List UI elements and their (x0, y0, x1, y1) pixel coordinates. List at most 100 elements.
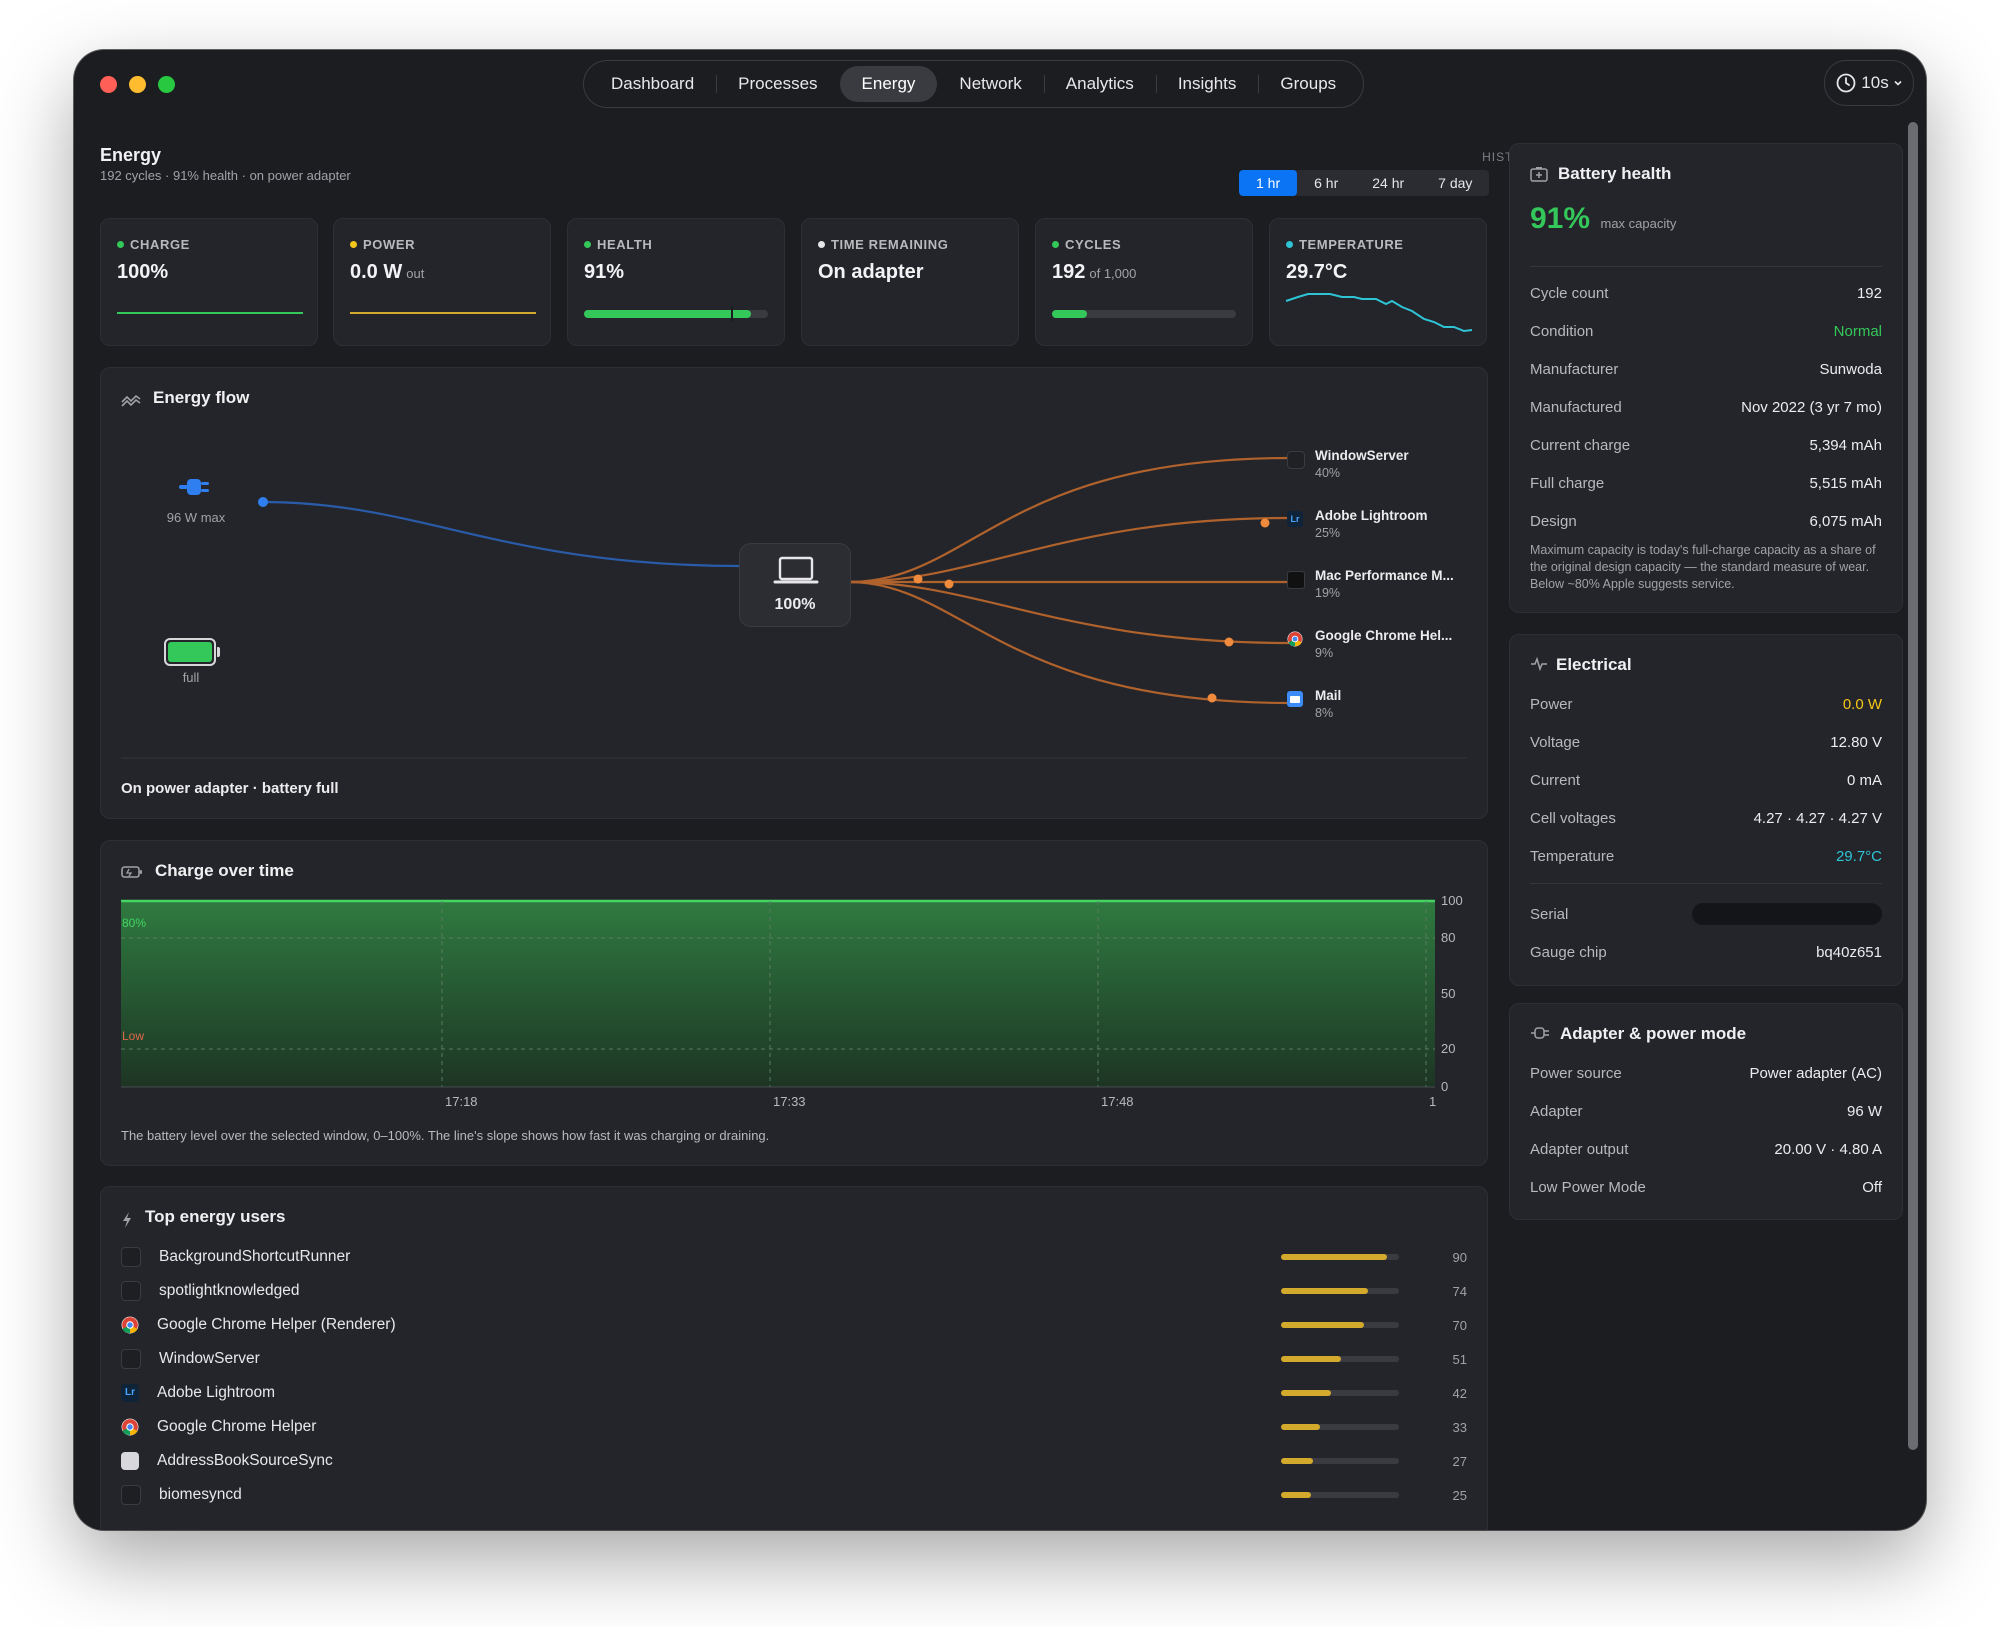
tab-insights[interactable]: Insights (1155, 66, 1259, 102)
low-power-mode-row[interactable]: Low Power Mode Off (1530, 1168, 1882, 1206)
marker-80-label: 80% (122, 916, 147, 930)
energy-user-row[interactable]: Google Chrome Helper (Renderer) 70 (121, 1308, 1467, 1342)
energy-user-name: biomesyncd (159, 1486, 242, 1503)
energy-user-value: 27 (1452, 1453, 1467, 1469)
y-tick: 100 (1441, 893, 1463, 908)
energy-user-bar-fill (1281, 1424, 1320, 1430)
consumer-pct: 8% (1315, 706, 1334, 720)
energy-user-row[interactable]: WindowServer 51 (121, 1342, 1467, 1376)
energy-flow-card: Energy flow 96 W max full 100% WindowSer… (100, 367, 1488, 819)
energy-user-row[interactable]: BackgroundShortcutRunner 90 (121, 1240, 1467, 1274)
charge-chart (121, 899, 1435, 1088)
stat-value: 192 of 1,000 (1052, 261, 1137, 283)
adapter-output-row: Adapter output 20.00 V · 4.80 A (1530, 1140, 1882, 1158)
lightroom-icon: Lr (1287, 511, 1303, 527)
app-icon (121, 1281, 141, 1301)
consumer-name: Adobe Lightroom (1315, 508, 1428, 523)
mail-icon (1287, 691, 1303, 707)
x-tick: 1 (1429, 1094, 1437, 1109)
energy-user-bar (1281, 1356, 1399, 1362)
scrollbar[interactable] (1908, 122, 1918, 1450)
electrical-title: Electrical (1556, 655, 1632, 674)
tab-network[interactable]: Network (937, 66, 1043, 102)
consumer-name: WindowServer (1315, 448, 1409, 463)
history-1hr-button[interactable]: 1 hr (1239, 170, 1298, 196)
history-24hr-button[interactable]: 24 hr (1355, 170, 1421, 196)
energy-user-name: Google Chrome Helper (157, 1418, 317, 1435)
stat-value: 91% (584, 261, 625, 283)
stat-label: CYCLES (1052, 237, 1121, 252)
energy-user-row[interactable]: biomesyncd 25 (121, 1478, 1467, 1512)
timer-icon (1836, 73, 1856, 93)
energy-user-bar-fill (1281, 1288, 1369, 1294)
tab-analytics[interactable]: Analytics (1043, 66, 1156, 102)
consumer-name: Mac Performance M... (1315, 568, 1454, 583)
adapter-power-mode-card: Adapter & power mode Power source Power a… (1509, 1003, 1903, 1220)
chrome-icon (121, 1418, 139, 1436)
consumer-pct: 40% (1315, 466, 1341, 480)
electrical-card: Electrical Power 0.0 W Voltage 12.80 V Cur… (1509, 634, 1903, 986)
stat-card-health: HEALTH 91% (567, 218, 785, 346)
stat-label: POWER (350, 237, 415, 252)
full-charge-row: Full charge 5,515 mAh (1530, 474, 1882, 492)
energy-user-bar-fill (1281, 1322, 1364, 1328)
voltage-row: Voltage 12.80 V (1530, 733, 1882, 751)
app-icon (1287, 451, 1305, 469)
temperature-sparkline (1285, 293, 1473, 333)
minimize-window-button[interactable] (129, 76, 146, 93)
stat-value: 0.0 Wout (350, 261, 425, 283)
adapter-plug-icon (1531, 1027, 1549, 1039)
tab-energy[interactable]: Energy (839, 66, 938, 102)
consumer-pct: 9% (1315, 646, 1334, 660)
condition-row: Condition Normal (1530, 322, 1882, 340)
history-range-selector: 1 hr 6 hr 24 hr 7 day (1239, 170, 1490, 196)
energy-user-name: Adobe Lightroom (157, 1384, 276, 1401)
y-tick: 50 (1441, 986, 1456, 1001)
energy-user-value: 90 (1452, 1249, 1467, 1265)
energy-user-row[interactable]: Lr Adobe Lightroom 42 (121, 1376, 1467, 1410)
energy-user-value: 51 (1452, 1351, 1467, 1367)
battery-fill (168, 642, 212, 662)
current-row: Current 0 mA (1530, 771, 1882, 789)
stat-value: 100% (117, 261, 169, 283)
refresh-interval-button[interactable]: 10s (1824, 60, 1914, 106)
battery-health-percent: 91% max capacity (1530, 202, 1677, 235)
history-6hr-button[interactable]: 6 hr (1297, 170, 1355, 196)
close-window-button[interactable] (100, 76, 117, 93)
lightroom-icon: Lr (121, 1384, 139, 1402)
energy-flow-footer: On power adapter · battery full (121, 780, 339, 797)
battery-health-percent-label: max capacity (1600, 216, 1677, 231)
battery-health-note: Maximum capacity is today's full-charge … (1530, 543, 1876, 591)
gauge-chip-row: Gauge chip bq40z651 (1530, 943, 1882, 961)
stat-label: HEALTH (584, 237, 652, 252)
zoom-window-button[interactable] (158, 76, 175, 93)
energy-user-bar-fill (1281, 1492, 1311, 1498)
refresh-interval-value: 10s (1861, 73, 1889, 92)
tab-groups[interactable]: Groups (1258, 66, 1358, 102)
serial-redacted (1692, 903, 1882, 925)
energy-user-bar (1281, 1492, 1399, 1498)
adapter-max-label: 96 W max (166, 510, 226, 525)
health-bar (584, 306, 768, 322)
app-icon (1287, 571, 1305, 589)
manufactured-row: Manufactured Nov 2022 (3 yr 7 mo) (1530, 398, 1882, 416)
power-source-row: Power source Power adapter (AC) (1530, 1064, 1882, 1082)
energy-user-row[interactable]: Google Chrome Helper 33 (121, 1410, 1467, 1444)
cycles-bar (1052, 310, 1236, 318)
energy-user-name: WindowServer (159, 1350, 260, 1367)
battery-health-icon (1530, 167, 1548, 182)
energy-user-value: 25 (1452, 1487, 1467, 1503)
history-7day-button[interactable]: 7 day (1421, 170, 1489, 196)
energy-user-row[interactable]: spotlightknowledged 74 (121, 1274, 1467, 1308)
tab-dashboard[interactable]: Dashboard (589, 66, 716, 102)
energy-user-row[interactable]: AddressBookSourceSync 27 (121, 1444, 1467, 1478)
tab-processes[interactable]: Processes (716, 66, 839, 102)
design-capacity-row: Design 6,075 mAh (1530, 512, 1882, 530)
stat-card-time-remaining: TIME REMAINING On adapter (801, 218, 1019, 346)
energy-user-value: 33 (1452, 1419, 1467, 1435)
energy-user-bar (1281, 1322, 1399, 1328)
x-tick: 17:18 (445, 1094, 478, 1109)
health-bar-fill (584, 310, 752, 318)
device-charge-label: 100% (774, 596, 816, 613)
consumer-name: Google Chrome Hel... (1315, 628, 1453, 643)
